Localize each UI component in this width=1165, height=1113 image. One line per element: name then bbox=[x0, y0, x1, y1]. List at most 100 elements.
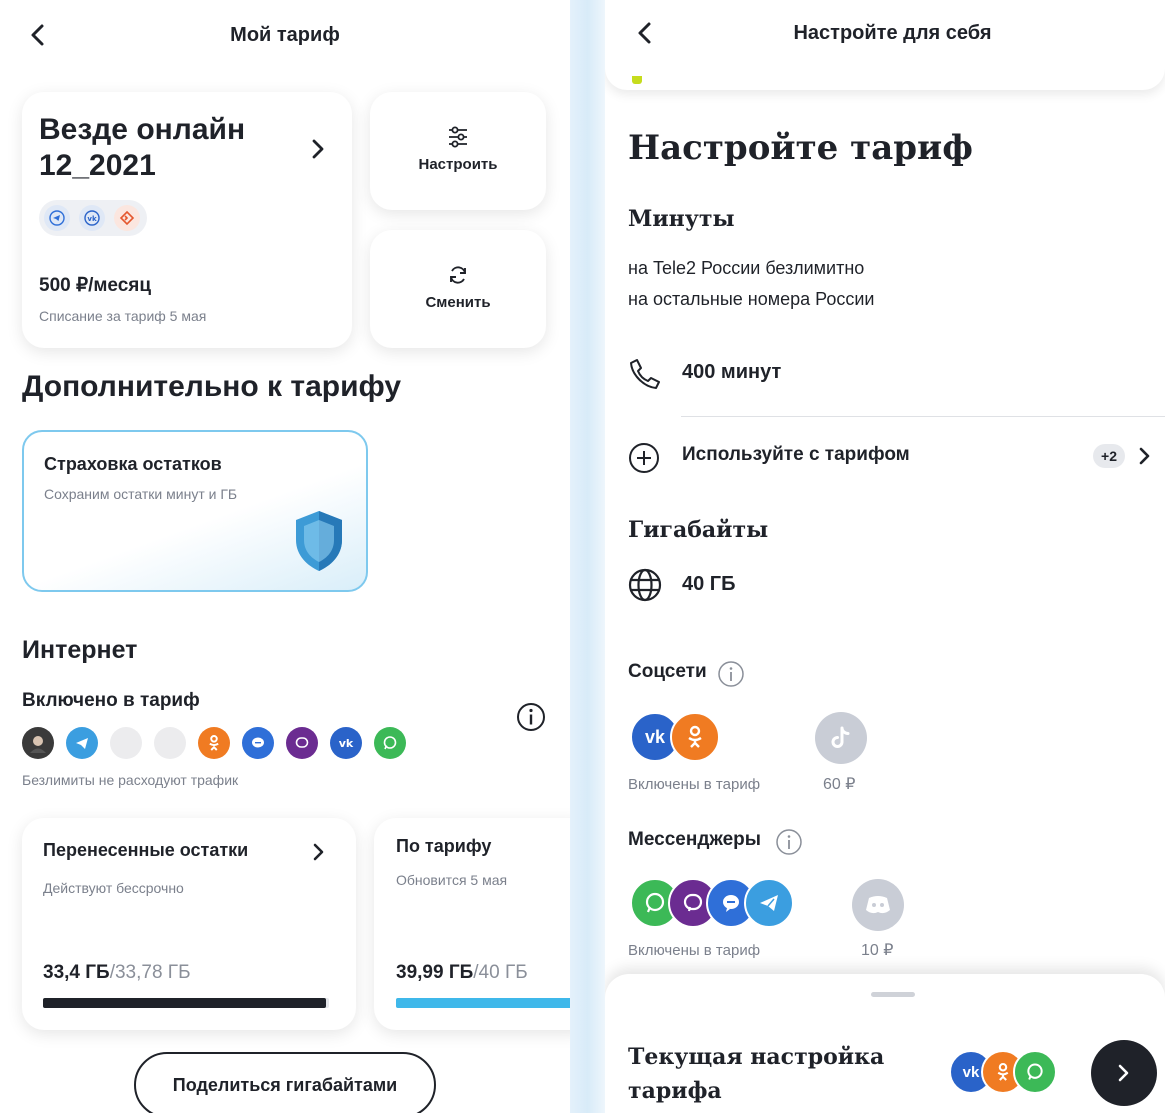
sliders-icon bbox=[449, 126, 467, 148]
messengers-included-group[interactable] bbox=[628, 876, 808, 932]
insurance-card[interactable]: Страховка остатков Сохраним остатки мину… bbox=[22, 430, 368, 592]
tariff-gb-title: По тарифу bbox=[396, 836, 492, 856]
page-title: Настройте для себя bbox=[793, 22, 992, 44]
current-setup-apps: vk bbox=[949, 1050, 1061, 1096]
chevron-right-icon bbox=[313, 843, 324, 861]
tariff-card[interactable]: Везде онлайн 12_2021 vk 500 ₽/месяц Спис… bbox=[22, 92, 352, 348]
configure-tariff-screen: Настройте для себя Настройте тариф Минут… bbox=[605, 0, 1165, 1113]
vk-icon: vk bbox=[79, 205, 105, 231]
insurance-subtitle: Сохраним остатки минут и ГБ bbox=[44, 486, 238, 502]
social-included-label: Включены в тариф bbox=[628, 776, 761, 793]
tariff-name-line2: 12_2021 bbox=[39, 149, 156, 182]
refresh-icon bbox=[450, 266, 466, 284]
carried-total: /33,78 ГБ bbox=[109, 962, 191, 983]
tariff-gb-amount: 39,99 ГБ/40 ГБ bbox=[396, 962, 528, 984]
minutes-title: Минуты bbox=[628, 206, 735, 232]
telegram-icon bbox=[744, 878, 794, 928]
social-title: Соцсети bbox=[628, 661, 707, 682]
tariff-price: 500 ₽/месяц bbox=[39, 275, 152, 296]
discord-icon[interactable] bbox=[852, 879, 904, 931]
sheet-handle[interactable] bbox=[871, 992, 915, 997]
change-label: Сменить bbox=[425, 294, 491, 311]
charge-note: Списание за тариф 5 мая bbox=[39, 308, 207, 324]
carried-amount: 33,4 ГБ/33,78 ГБ bbox=[43, 962, 191, 984]
insurance-title: Страховка остатков bbox=[44, 454, 222, 474]
accent-mark bbox=[632, 76, 642, 84]
info-icon[interactable] bbox=[775, 828, 803, 856]
info-icon[interactable] bbox=[515, 701, 547, 733]
messenger-icon bbox=[242, 727, 274, 759]
current-setup-title: Текущая настройка тарифа bbox=[628, 1040, 884, 1108]
carried-used: 33,4 ГБ bbox=[43, 962, 110, 983]
plus-circle-icon bbox=[629, 443, 659, 473]
screens-divider bbox=[570, 0, 605, 1113]
vk-icon: vk bbox=[330, 727, 362, 759]
included-apps-pill: vk bbox=[39, 200, 147, 236]
blank-icon bbox=[154, 727, 186, 759]
included-apps-row: vk bbox=[22, 727, 422, 761]
avatar-icon bbox=[22, 727, 54, 759]
separator bbox=[681, 416, 1165, 417]
configure-button[interactable]: Настроить bbox=[370, 92, 546, 210]
messengers-extra-price: 10 ₽ bbox=[861, 942, 894, 959]
tariff-gb-progress-fill bbox=[396, 998, 570, 1008]
tariff-gb-card[interactable]: По тарифу Обновится 5 мая 39,99 ГБ/40 ГБ bbox=[374, 818, 570, 1030]
carried-subtitle: Действуют бессрочно bbox=[43, 880, 184, 896]
odnoklassniki-icon bbox=[670, 712, 720, 762]
tariff-name: Везде онлайн 12_2021 bbox=[39, 112, 245, 184]
odnoklassniki-icon bbox=[114, 205, 140, 231]
chevron-right-icon bbox=[312, 139, 324, 159]
social-included-group[interactable]: vk bbox=[628, 710, 728, 766]
next-button[interactable] bbox=[1091, 1040, 1157, 1106]
globe-icon bbox=[628, 568, 662, 602]
shield-icon bbox=[296, 511, 342, 571]
tariff-gb-used: 39,99 ГБ bbox=[396, 962, 474, 983]
minutes-line1: на Tele2 России безлимитно bbox=[628, 258, 865, 278]
blank-icon bbox=[110, 727, 142, 759]
tiktok-icon[interactable] bbox=[815, 712, 867, 764]
messengers-included-label: Включены в тариф bbox=[628, 942, 761, 959]
social-extra-price: 60 ₽ bbox=[823, 776, 856, 793]
main-title: Настройте тариф bbox=[628, 128, 973, 168]
tariff-gb-progress-track bbox=[396, 998, 570, 1008]
tariff-name-line1: Везде онлайн bbox=[39, 113, 246, 146]
use-with-tariff-row[interactable]: Используйте с тарифом +2 bbox=[628, 440, 1163, 474]
top-bar bbox=[605, 0, 1165, 90]
svg-text:vk: vk bbox=[87, 215, 97, 223]
chevron-right-icon bbox=[1118, 1064, 1129, 1082]
carried-progress-track bbox=[43, 998, 329, 1008]
whatsapp-icon bbox=[374, 727, 406, 759]
current-setup-sheet[interactable]: Текущая настройка тарифа vk bbox=[605, 974, 1165, 1113]
current-setup-line2: тарифа bbox=[628, 1078, 722, 1104]
unlimited-note: Безлимиты не расходуют трафик bbox=[22, 772, 239, 788]
carried-remainder-card[interactable]: Перенесенные остатки Действуют бессрочно… bbox=[22, 818, 356, 1030]
info-icon[interactable] bbox=[717, 660, 745, 688]
messengers-title: Мессенджеры bbox=[628, 829, 761, 850]
chevron-right-icon bbox=[1139, 447, 1150, 465]
internet-title: Интернет bbox=[22, 636, 138, 664]
extra-section-title: Дополнительно к тарифу bbox=[22, 370, 402, 403]
gigabytes-value: 40 ГБ bbox=[682, 573, 736, 595]
current-setup-line1: Текущая настройка bbox=[628, 1044, 885, 1070]
odnoklassniki-icon bbox=[198, 727, 230, 759]
minutes-value: 400 минут bbox=[682, 361, 782, 383]
carried-progress-fill bbox=[43, 998, 327, 1008]
carried-title: Перенесенные остатки bbox=[43, 840, 249, 860]
viber-icon bbox=[286, 727, 318, 759]
phone-icon bbox=[630, 359, 660, 389]
my-tariff-screen: Мой тариф Везде онлайн 12_2021 vk 500 ₽/… bbox=[0, 0, 570, 1113]
change-button[interactable]: Сменить bbox=[370, 230, 546, 348]
share-gigabytes-button[interactable]: Поделиться гигабайтами bbox=[134, 1052, 436, 1113]
whatsapp-icon bbox=[1013, 1050, 1057, 1094]
count-badge: +2 bbox=[1093, 444, 1125, 468]
page-title: Мой тариф bbox=[230, 24, 340, 46]
tariff-gb-subtitle: Обновится 5 мая bbox=[396, 872, 508, 888]
telegram-icon bbox=[66, 727, 98, 759]
included-label: Включено в тариф bbox=[22, 690, 200, 711]
use-with-label: Используйте с тарифом bbox=[682, 444, 910, 465]
minutes-line2: на остальные номера России bbox=[628, 289, 875, 309]
telegram-icon bbox=[44, 205, 70, 231]
configure-label: Настроить bbox=[418, 156, 498, 173]
gigabytes-title: Гигабайты bbox=[628, 517, 769, 543]
tariff-gb-total: /40 ГБ bbox=[473, 962, 528, 983]
